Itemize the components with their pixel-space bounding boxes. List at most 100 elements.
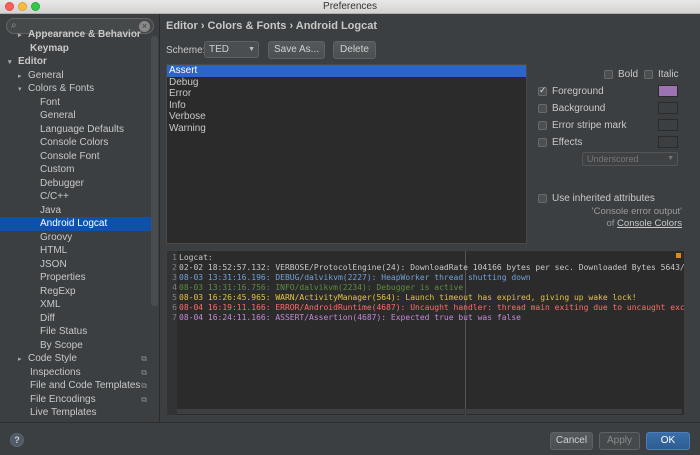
sidebar-item-label: JSON — [40, 258, 67, 270]
cancel-button[interactable]: Cancel — [550, 432, 593, 450]
sidebar-item[interactable]: Font — [0, 96, 151, 110]
sidebar-item[interactable]: Console Colors — [0, 136, 151, 150]
collapsed-arrow-icon[interactable]: ▸ — [18, 70, 28, 84]
preview-line: 6 08-04 16:19:11.166: ERROR/AndroidRuntim… — [167, 303, 684, 313]
log-level-item[interactable]: Debug — [167, 77, 526, 89]
project-settings-icon: ⧉ — [141, 367, 147, 377]
delete-button[interactable]: Delete — [333, 41, 376, 59]
preview-horizontal-scrollbar[interactable] — [177, 409, 682, 414]
logcat-preview[interactable]: 1 Logcat: 2 02-02 18:52:57.132: VERBOSE/Pro… — [166, 250, 685, 416]
preview-line-text: 08-03 16:26:45.965: WARN/ActivityManager… — [179, 293, 637, 302]
foreground-color-swatch[interactable] — [658, 85, 678, 97]
sidebar-item[interactable]: Keymap — [0, 42, 151, 56]
log-level-item[interactable]: Error — [167, 88, 526, 100]
line-number: 5 — [172, 293, 177, 302]
sidebar-item[interactable]: By Scope — [0, 339, 151, 353]
apply-button[interactable]: Apply — [599, 432, 640, 450]
sidebar-item[interactable]: Java — [0, 204, 151, 218]
expanded-arrow-icon[interactable]: ▾ — [18, 83, 28, 97]
settings-sidebar: ⌕ × ▸ Appearance & Behavior Keymap ▾ Editor ▸… — [0, 14, 160, 422]
preview-line: 4 08-03 13:31:16.756: INFO/dalvikvm(2234)… — [167, 283, 463, 293]
sidebar-item-label: RegExp — [40, 285, 76, 297]
sidebar-item-label: Language Defaults — [40, 123, 124, 135]
sidebar-item[interactable]: Android Logcat — [0, 217, 151, 231]
sidebar-item[interactable]: C/C++ — [0, 190, 151, 204]
sidebar-item-label: File and Code Templates — [30, 380, 141, 391]
error-stripe-marker[interactable] — [676, 253, 681, 258]
expanded-arrow-icon[interactable]: ▾ — [8, 56, 18, 70]
sidebar-item-label: Android Logcat — [40, 218, 108, 229]
sidebar-item[interactable]: File and Code Templates ⧉ — [0, 379, 151, 393]
sidebar-item-label: File Encodings — [30, 393, 96, 405]
settings-tree: ▸ Appearance & Behavior Keymap ▾ Editor ▸ Gene… — [0, 28, 151, 420]
italic-checkbox[interactable] — [644, 70, 653, 79]
sidebar-item[interactable]: General — [0, 109, 151, 123]
sidebar-item-label: By Scope — [40, 339, 83, 351]
bold-checkbox[interactable] — [604, 70, 613, 79]
console-colors-link[interactable]: Console Colors — [617, 218, 682, 229]
effects-style-dropdown[interactable]: Underscored ▼ — [582, 152, 678, 166]
sidebar-item[interactable]: Custom — [0, 163, 151, 177]
sidebar-item[interactable]: Properties — [0, 271, 151, 285]
scheme-dropdown[interactable]: TED ▼ — [204, 41, 259, 58]
scheme-label: Scheme: — [166, 45, 206, 56]
sidebar-item[interactable]: ▾ Editor — [0, 55, 151, 69]
sidebar-item-label: Editor — [18, 56, 47, 67]
bold-label: Bold — [618, 69, 639, 80]
line-number: 3 — [172, 273, 177, 282]
sidebar-item-label: XML — [40, 299, 61, 310]
sidebar-item[interactable]: Live Templates — [0, 406, 151, 420]
sidebar-item-label: Live Templates — [30, 407, 97, 418]
sidebar-item[interactable]: File Status — [0, 325, 151, 339]
sidebar-item[interactable]: ▸ Code Style ⧉ — [0, 352, 151, 366]
error-stripe-color-swatch[interactable] — [658, 119, 678, 131]
sidebar-item[interactable]: RegExp — [0, 285, 151, 299]
sidebar-item-label: Font — [40, 96, 61, 108]
sidebar-item[interactable]: ▸ Appearance & Behavior — [0, 28, 151, 42]
sidebar-item[interactable]: ▾ Colors & Fonts — [0, 82, 151, 96]
inherit-attributes-checkbox[interactable] — [538, 194, 547, 203]
effects-color-swatch[interactable] — [658, 136, 678, 148]
sidebar-item[interactable]: JSON — [0, 258, 151, 272]
foreground-checkbox[interactable] — [538, 85, 547, 96]
save-as-button[interactable]: Save As... — [268, 41, 325, 59]
log-level-item[interactable]: Assert — [167, 65, 526, 77]
sidebar-item-label: Properties — [40, 272, 86, 283]
sidebar-item-label: Inspections — [30, 366, 81, 378]
sidebar-item[interactable]: ▸ General — [0, 69, 151, 83]
sidebar-item[interactable]: XML — [0, 298, 151, 312]
breadcrumb: Editor › Colors & Fonts › Android Logcat — [166, 20, 378, 32]
sidebar-item[interactable]: File Encodings ⧉ — [0, 393, 151, 407]
inherit-of: of — [606, 218, 615, 229]
sidebar-item-label: Colors & Fonts — [28, 83, 95, 94]
background-checkbox[interactable] — [538, 104, 547, 113]
sidebar-item-label: Console Colors — [40, 137, 109, 148]
sidebar-item[interactable]: Debugger — [0, 177, 151, 191]
preview-line-text: 08-04 16:24:11.166: ASSERT/Assertion(468… — [179, 313, 521, 322]
log-level-item[interactable]: Verbose — [167, 111, 526, 123]
sidebar-item[interactable]: Language Defaults — [0, 123, 151, 137]
help-button[interactable]: ? — [10, 433, 24, 447]
log-level-item[interactable]: Info — [167, 100, 526, 112]
project-settings-icon: ⧉ — [141, 381, 147, 390]
sidebar-item[interactable]: Groovy — [0, 231, 151, 245]
sidebar-item[interactable]: Inspections ⧉ — [0, 366, 151, 380]
collapsed-arrow-icon[interactable]: ▸ — [18, 29, 28, 43]
effects-checkbox[interactable] — [538, 138, 547, 147]
preview-line-text: 08-03 13:31:16.756: INFO/dalvikvm(2234):… — [179, 283, 464, 292]
sidebar-item[interactable]: Diff — [0, 312, 151, 326]
sidebar-scrollbar[interactable] — [151, 36, 158, 306]
preview-line: 5 08-03 16:26:45.965: WARN/ActivityManage… — [167, 293, 637, 303]
project-settings-icon: ⧉ — [141, 394, 147, 404]
inherit-attributes-label: Use inherited attributes — [552, 193, 655, 204]
main-panel: Editor › Colors & Fonts › Android Logcat… — [162, 14, 700, 422]
error-stripe-label: Error stripe mark — [552, 120, 627, 131]
log-level-item[interactable]: Warning — [167, 123, 526, 135]
error-stripe-checkbox[interactable] — [538, 121, 547, 130]
collapsed-arrow-icon[interactable]: ▸ — [18, 353, 28, 367]
background-color-swatch[interactable] — [658, 102, 678, 114]
sidebar-item[interactable]: Console Font — [0, 150, 151, 164]
sidebar-item[interactable]: HTML — [0, 244, 151, 258]
preview-line: 3 08-03 13:31:16.196: DEBUG/dalvikvm(2227… — [167, 273, 530, 283]
ok-button[interactable]: OK — [646, 432, 690, 450]
